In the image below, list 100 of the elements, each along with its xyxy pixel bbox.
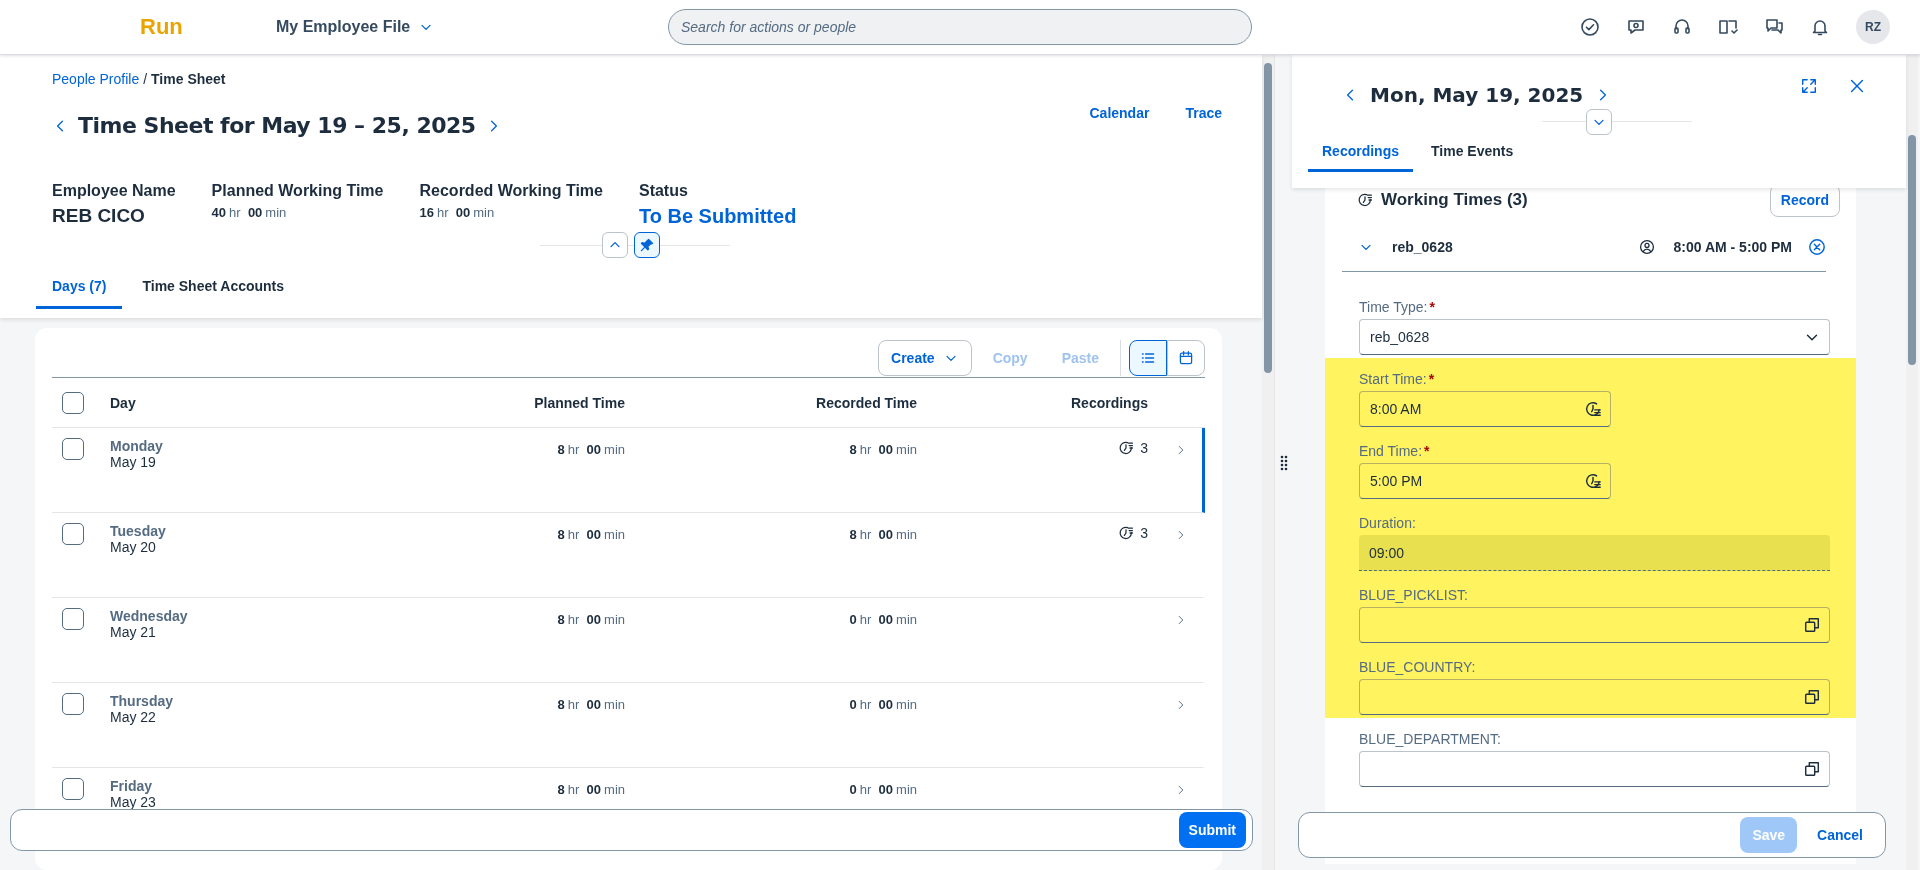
section-title: Working Times (3): [1381, 190, 1528, 210]
pin-header-button[interactable]: [634, 232, 660, 258]
table-row[interactable]: Friday May 23 8 hr 00 min 0 hr 00 min: [52, 768, 1205, 812]
create-menu-button[interactable]: Create: [878, 339, 972, 376]
scrollbar[interactable]: [1906, 55, 1918, 870]
chat-bubble-icon[interactable]: [1626, 17, 1646, 37]
list-view-button[interactable]: [1129, 339, 1167, 376]
weekday-text: Tuesday: [110, 523, 167, 539]
app-title-menu[interactable]: My Employee File: [270, 17, 668, 37]
tab[interactable]: Days (7): [36, 268, 123, 309]
weekday-text: Monday: [110, 438, 164, 454]
required-mark: *: [1424, 443, 1430, 459]
required-mark: *: [1428, 371, 1435, 387]
collapse-header-button[interactable]: [602, 232, 628, 258]
table-row[interactable]: Tuesday May 20 8 hr 00 min 8 hr 00 min 3: [52, 513, 1205, 598]
person-icon: [1639, 238, 1656, 255]
remove-icon[interactable]: [1808, 237, 1826, 256]
book-icon[interactable]: [1718, 17, 1738, 37]
column-header: Planned Time: [533, 394, 625, 411]
value-help-icon[interactable]: [1803, 688, 1821, 706]
header-action-link[interactable]: Calendar: [1089, 105, 1150, 121]
clock-icon[interactable]: [1584, 472, 1602, 490]
date-text: May 22: [110, 709, 157, 725]
search-field[interactable]: Search for actions or people: [668, 9, 1252, 45]
entry-name: reb_0628: [1392, 238, 1453, 255]
table-row[interactable]: Thursday May 22 8 hr 00 min 0 hr 00 min: [52, 683, 1205, 768]
planned-time: 8 hr 00 min: [556, 612, 625, 627]
employee-name: REB CICO: [52, 205, 146, 227]
summary-label: Planned Working Time: [211, 182, 384, 200]
recordings-count: 3: [1140, 525, 1148, 541]
check-circle-icon[interactable]: [1580, 17, 1600, 37]
planned-time: 8 hr 00 min: [556, 697, 625, 712]
time-field[interactable]: 8:00 AM: [1359, 391, 1611, 427]
user-avatar[interactable]: RZ: [1856, 10, 1890, 44]
field-label: Time Type:: [1359, 299, 1428, 315]
planned-time: 8 hr 00 min: [556, 442, 625, 457]
value-help-icon[interactable]: [1803, 616, 1821, 634]
breadcrumb-current: Time Sheet: [151, 71, 226, 87]
breadcrumb-link[interactable]: People Profile: [52, 71, 140, 87]
summary-duration: 40 hr 00 min: [211, 205, 288, 220]
field-label: End Time:: [1359, 443, 1423, 459]
time-range: 8:00 AM - 5:00 PM: [1673, 238, 1792, 255]
row-checkbox[interactable]: [62, 608, 84, 630]
column-header: Recordings: [1070, 394, 1148, 411]
pin-icon: [639, 237, 655, 253]
column-header: Day: [110, 394, 137, 411]
select-all-checkbox[interactable]: [62, 391, 84, 414]
calendar-view-button[interactable]: [1167, 339, 1205, 376]
recorded-time: 8 hr 00 min: [848, 527, 917, 542]
detail-title: Mon, May 19, 2025: [1370, 83, 1584, 107]
weekday-text: Friday: [110, 778, 153, 794]
clock-icon[interactable]: [1584, 400, 1602, 418]
planned-time: 8 hr 00 min: [556, 527, 625, 542]
expand-header-button[interactable]: [1586, 109, 1612, 135]
clock-list-icon: [1118, 440, 1135, 456]
value-help-field[interactable]: [1359, 751, 1830, 787]
tab[interactable]: Time Events: [1417, 135, 1528, 172]
cancel-button[interactable]: Cancel: [1805, 817, 1875, 853]
readonly-field: 09:00: [1359, 535, 1830, 571]
summary-label: Recorded Working Time: [419, 182, 603, 200]
scrollbar[interactable]: [1262, 55, 1274, 870]
breadcrumb-separator: /: [143, 71, 148, 87]
submit-button[interactable]: Submit: [1178, 812, 1246, 848]
field-label: BLUE_DEPARTMENT:: [1359, 731, 1501, 747]
value-help-field[interactable]: [1359, 607, 1830, 643]
tab[interactable]: Recordings: [1308, 135, 1413, 172]
table-row[interactable]: Wednesday May 21 8 hr 00 min 0 hr 00 min: [52, 598, 1205, 683]
column-header: Recorded Time: [815, 394, 917, 411]
summary-duration: 16 hr 00 min: [419, 205, 496, 220]
row-checkbox[interactable]: [62, 778, 84, 800]
field-label: BLUE_COUNTRY:: [1359, 659, 1476, 675]
recorded-time: 0 hr 00 min: [848, 697, 917, 712]
grip-icon[interactable]: [1279, 454, 1288, 471]
row-checkbox[interactable]: [62, 693, 84, 715]
row-checkbox[interactable]: [62, 438, 84, 460]
notification-bell-icon[interactable]: [1810, 17, 1830, 37]
fullscreen-icon[interactable]: [1800, 77, 1818, 95]
recorded-time: 8 hr 00 min: [848, 442, 917, 457]
clock-list-icon: [1357, 192, 1373, 208]
time-field[interactable]: 5:00 PM: [1359, 463, 1611, 499]
record-button[interactable]: Record: [1769, 188, 1840, 217]
field-label: Duration:: [1359, 515, 1416, 531]
value-help-field[interactable]: [1359, 679, 1830, 715]
recordings-count: 3: [1140, 440, 1148, 456]
summary-label: Status: [638, 182, 689, 200]
recorded-time: 0 hr 00 min: [848, 782, 917, 797]
field-label: BLUE_PICKLIST:: [1359, 587, 1468, 603]
weekday-text: Thursday: [110, 693, 174, 709]
headset-icon[interactable]: [1672, 17, 1692, 37]
clock-list-icon: [1118, 525, 1135, 541]
date-text: May 20: [110, 539, 157, 555]
close-icon[interactable]: [1848, 77, 1866, 95]
table-row[interactable]: Monday May 19 8 hr 00 min 8 hr 00 min 3: [52, 428, 1205, 513]
value-help-icon[interactable]: [1803, 760, 1821, 778]
select-field[interactable]: reb_0628: [1359, 319, 1830, 355]
page-title: Time Sheet for May 19 – 25, 2025: [78, 113, 476, 138]
tab[interactable]: Time Sheet Accounts: [126, 268, 301, 309]
field-label: Start Time:: [1359, 371, 1427, 387]
header-action-link[interactable]: Trace: [1185, 105, 1222, 121]
row-checkbox[interactable]: [62, 523, 84, 545]
